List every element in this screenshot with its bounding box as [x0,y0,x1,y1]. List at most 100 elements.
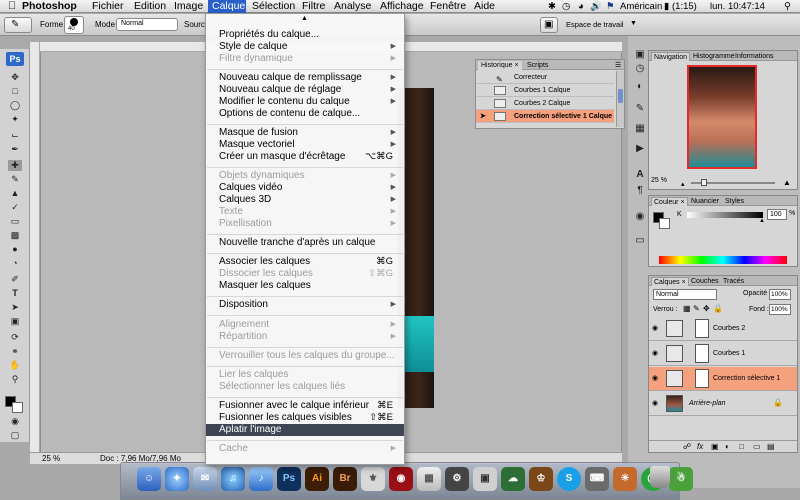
brush-panel-icon[interactable]: ✎ [633,102,647,116]
illustrator-icon[interactable]: Ai [305,467,329,491]
menu-affichage[interactable]: Affichage [376,0,428,13]
eye-icon[interactable]: ◉ [652,374,660,382]
menu-item-masquer-calques[interactable]: Masquer les calques [206,280,404,292]
tab-nuancier[interactable]: Nuancier [689,197,721,206]
menu-item-masque-vectoriel[interactable]: Masque vectoriel ▶ [206,139,404,151]
menu-item-masque-fusion[interactable]: Masque de fusion ▶ [206,127,404,139]
blend-mode-select[interactable]: Normal [653,289,717,300]
type-tool-icon[interactable]: T [8,288,22,299]
menu-item-disposition[interactable]: Disposition ▶ [206,299,404,311]
hand-tool-icon[interactable]: ✋ [8,360,22,371]
eye-icon[interactable]: ◉ [652,349,660,357]
opacity-input[interactable]: 100% [769,289,791,300]
lock-transparency-icon[interactable]: ▦ [683,304,691,313]
tab-couleur[interactable]: Couleur × [651,197,688,206]
menu-analyse[interactable]: Analyse [330,0,375,13]
tab-histogramme[interactable]: Histogramme [691,52,737,61]
document-zoom[interactable]: 25 % [42,453,60,465]
itunes-icon[interactable]: ♫ [221,467,245,491]
tab-navigation[interactable]: Navigation [651,52,691,61]
navigator-panel-icon[interactable]: ▣ [633,48,647,62]
menu-calque[interactable]: Calque [208,0,246,13]
mask-icon[interactable]: ▣ [711,442,719,451]
lasso-tool-icon[interactable]: ◯ [8,100,22,111]
scrollbar-thumb[interactable] [618,89,623,103]
tab-scripts[interactable]: Scripts [524,61,551,70]
character-panel-icon[interactable]: A [633,168,647,182]
menubar-clock[interactable]: lun. 10:47:14 [710,0,765,13]
game-icon[interactable]: ♔ [529,467,553,491]
history-row[interactable]: ✎ Correcteur [476,71,614,84]
healing-brush-tool-icon[interactable]: ✚ [8,160,22,171]
tab-traces[interactable]: Tracés [721,277,746,286]
calendar-icon[interactable]: ▣ [473,467,497,491]
lock-all-icon[interactable]: 🔒 [713,304,723,313]
eye-icon[interactable]: ◉ [652,399,660,407]
close-icon[interactable]: × [514,62,518,69]
workspace-arrow-icon[interactable]: ▼ [630,20,637,27]
navigator-thumbnail[interactable] [687,65,757,169]
history-row[interactable]: Courbes 1 Calque [476,84,614,97]
photoshop-icon[interactable]: Ps [277,467,301,491]
menu-scroll-up-icon[interactable]: ▲ [301,15,308,22]
path-selection-tool-icon[interactable]: ➤ [8,302,22,313]
clone-stamp-tool-icon[interactable]: ▲ [8,188,22,199]
workspace-label[interactable]: Espace de travail [566,20,624,29]
mail-icon[interactable]: ✉ [193,467,217,491]
safari-icon[interactable]: ✦ [165,467,189,491]
color-spectrum-bar[interactable] [659,256,787,264]
menu-item-nouveau-calque-remplissage[interactable]: Nouveau calque de remplissage ▶ [206,72,404,84]
zoom-in-icon[interactable]: ▲ [783,178,791,187]
menu-item-masque-ecretage[interactable]: Créer un masque d'écrêtage ⌥⌘G [206,151,404,163]
menu-item-nouvelle-tranche[interactable]: Nouvelle tranche d'après un calque [206,237,404,249]
menu-item-fusionner-visibles[interactable]: Fusionner les calques visibles ⇧⌘E [206,412,404,424]
tools-panel-grip[interactable] [0,44,30,49]
layer-row-selected[interactable]: ◉ Correction sélective 1 [649,367,797,391]
3d-panel-icon[interactable]: ▭ [633,234,647,248]
layer-mask-thumbnail[interactable] [695,344,709,363]
3d-rotate-tool-icon[interactable]: ⟳ [8,332,22,343]
navigator-zoom[interactable]: 25 % [651,177,667,184]
layer-mask-thumbnail[interactable] [695,369,709,388]
menu-fenetre[interactable]: Fenêtre [426,0,470,13]
menu-filtre[interactable]: Filtre [298,0,329,13]
trash-icon[interactable]: ▤ [767,442,775,451]
shape-tool-icon[interactable]: ▣ [8,316,22,327]
gradient-tool-icon[interactable]: ▩ [8,230,22,241]
3d-orbit-tool-icon[interactable]: ⚭ [8,346,22,357]
menu-item-calques-video[interactable]: Calques vidéo ▶ [206,182,404,194]
k-value-input[interactable]: 100 [767,209,787,220]
wifi-icon[interactable]: ◕ [578,0,584,13]
adjustment-panel-icon[interactable]: ◐ [633,80,647,94]
menu-item-calques-3d[interactable]: Calques 3D ▶ [206,194,404,206]
eyedropper-tool-icon[interactable]: ✒ [8,144,22,155]
dodge-tool-icon[interactable]: ◔ [8,258,22,269]
history-scrollbar[interactable] [616,71,624,127]
move-tool-icon[interactable]: ✥ [8,72,22,83]
mahjong-icon[interactable]: ⚜ [361,467,385,491]
menu-edition[interactable]: Edition [130,0,170,13]
tool-preset-picker[interactable]: ✎ [4,17,32,33]
tool-presets-icon[interactable]: ◉ [633,210,647,224]
history-panel-icon[interactable]: ◷ [633,62,647,76]
menu-item-aplatir-image[interactable]: Aplatir l'image [206,424,404,436]
clone-source-icon[interactable]: ▦ [633,122,647,136]
background-color-swatch[interactable] [12,402,23,413]
magic-wand-tool-icon[interactable]: ✦ [8,114,22,125]
app-icon[interactable]: ☁ [501,467,525,491]
menu-image[interactable]: Image [170,0,207,13]
lock-pixels-icon[interactable]: ✎ [693,304,700,313]
weather-icon[interactable]: ☀ [613,467,637,491]
activity-monitor-icon[interactable]: ⚙ [445,467,469,491]
trash-dock-icon[interactable] [650,466,670,488]
menu-aide[interactable]: Aide [470,0,499,13]
menu-item-options-contenu[interactable]: Options de contenu de calque... [206,108,404,120]
menu-item-associer-calques[interactable]: Associer les calques ⌘G [206,256,404,268]
skype-icon[interactable]: S [557,467,581,491]
slider-thumb[interactable] [701,179,707,186]
quick-mask-icon[interactable]: ◉ [8,416,22,427]
menu-item-proprietes-calque[interactable]: Propriétés du calque... [206,29,404,41]
menu-item-fusionner-inferieur[interactable]: Fusionner avec le calque inférieur ⌘E [206,400,404,412]
spotlight-icon[interactable]: ⚲ [784,0,791,13]
screen-mode-icon[interactable]: ▢ [8,430,22,441]
